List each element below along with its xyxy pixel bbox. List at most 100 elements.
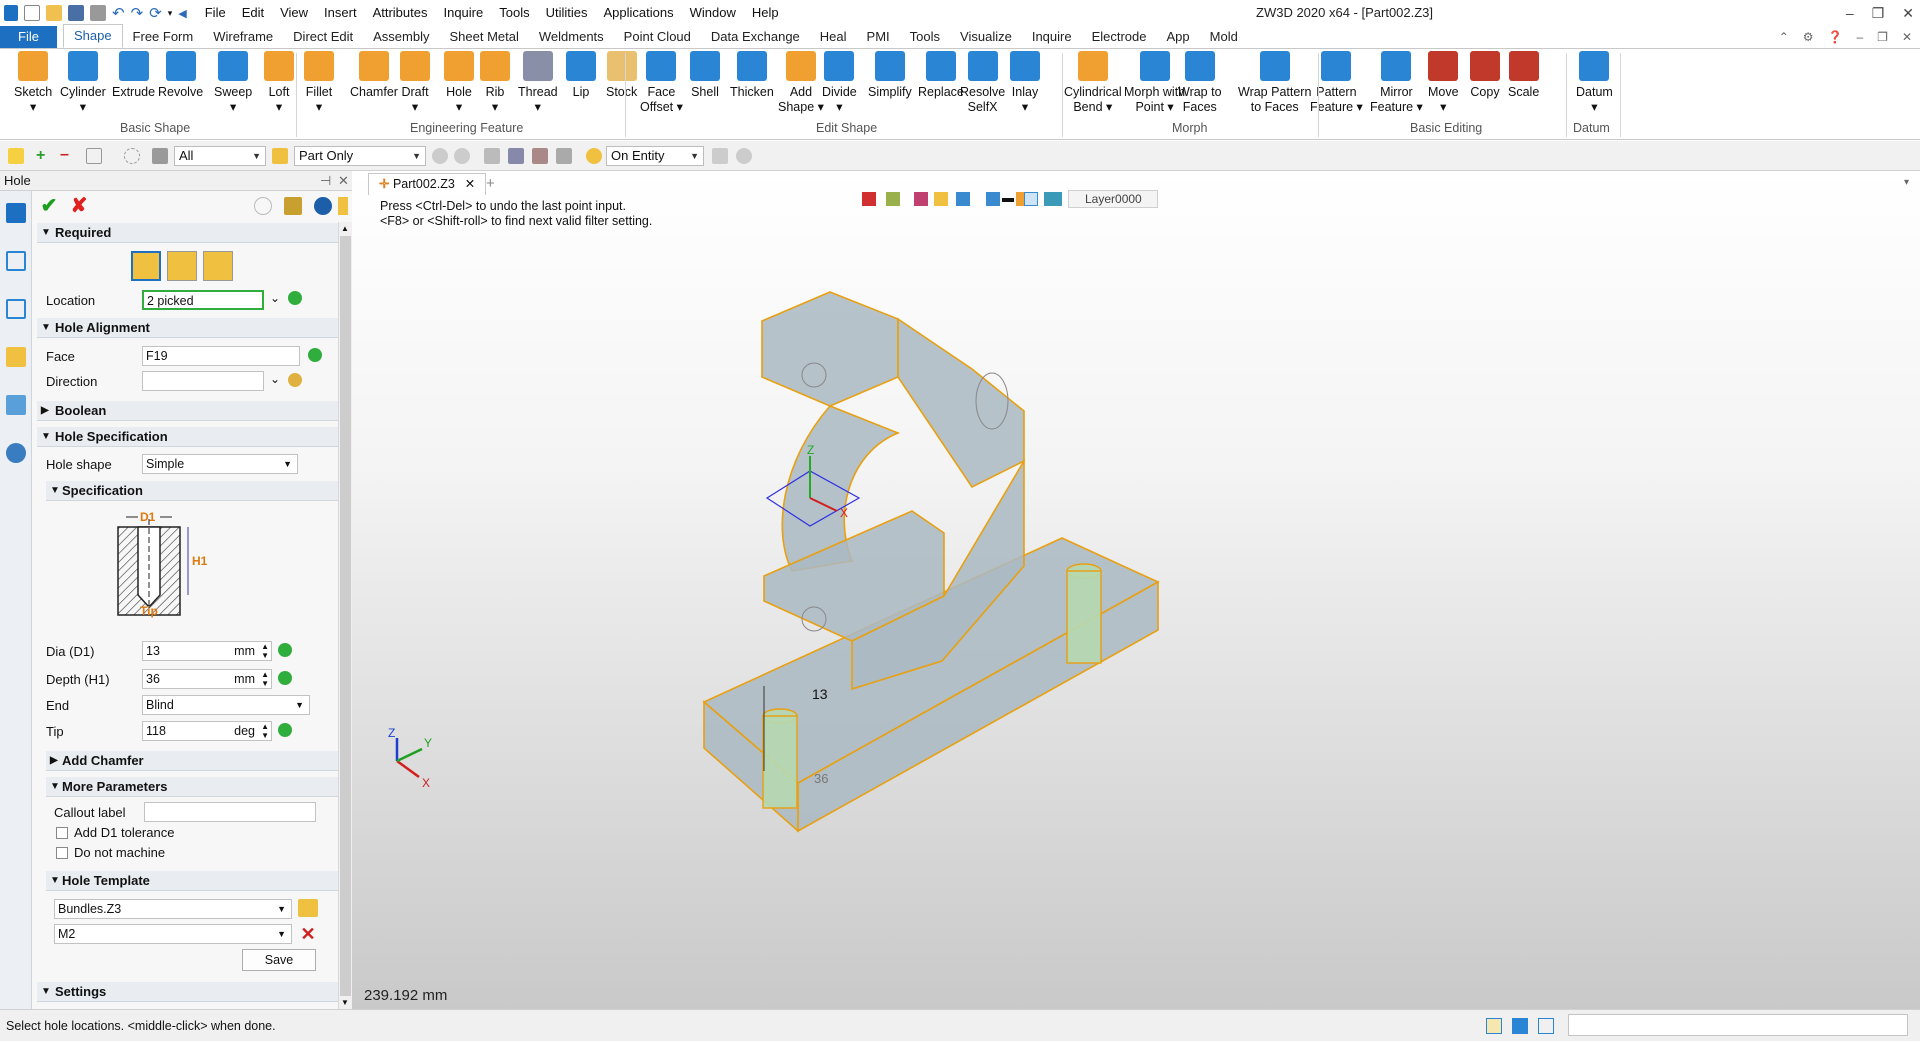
menu-utilities[interactable]: Utilities bbox=[538, 0, 596, 26]
customize-dropdown-icon[interactable]: ▾ bbox=[168, 8, 173, 19]
ribbon-button-extrude[interactable]: Extrude bbox=[112, 51, 155, 100]
ribbon-button-draft[interactable]: Draft ▾ bbox=[400, 51, 430, 115]
print-icon[interactable] bbox=[90, 5, 106, 21]
info-icon[interactable] bbox=[314, 197, 332, 215]
tab-electrode[interactable]: Electrode bbox=[1082, 26, 1157, 48]
hole-type-simple-icon[interactable] bbox=[131, 251, 161, 281]
tab-assembly[interactable]: Assembly bbox=[363, 26, 439, 48]
callout-field[interactable] bbox=[144, 802, 316, 822]
measure-icon[interactable] bbox=[278, 671, 292, 685]
ribbon-button-lip[interactable]: Lip bbox=[566, 51, 596, 100]
upright-support[interactable] bbox=[897, 317, 1025, 489]
3d-viewport[interactable]: ✛ Part002.Z3 ✕ + ▾ Press <Ctrl-Del> to un… bbox=[352, 171, 1920, 1009]
tab-weldments[interactable]: Weldments bbox=[529, 26, 614, 48]
tip-field[interactable]: 118 deg ▲ ▼ bbox=[142, 721, 272, 741]
command-input-box[interactable] bbox=[1568, 1014, 1908, 1036]
section-boolean[interactable]: ▶ Boolean bbox=[37, 401, 347, 421]
preview-eye-icon[interactable] bbox=[254, 197, 272, 215]
template-size-select[interactable]: M2 ▼ bbox=[54, 924, 292, 944]
hole-type-counterbore-icon[interactable] bbox=[167, 251, 197, 281]
menu-file[interactable]: File bbox=[197, 0, 234, 26]
minimize-doc-icon[interactable]: – bbox=[1856, 26, 1863, 48]
tab-tools[interactable]: Tools bbox=[900, 26, 950, 48]
menu-applications[interactable]: Applications bbox=[596, 0, 682, 26]
ribbon-button-divide[interactable]: Divide ▾ bbox=[822, 51, 857, 115]
filter-icon[interactable] bbox=[152, 148, 168, 164]
ok-check-icon[interactable]: ✔ bbox=[38, 195, 60, 217]
pick-mode-icon[interactable] bbox=[586, 148, 602, 164]
ribbon-button-inlay[interactable]: Inlay ▾ bbox=[1010, 51, 1040, 115]
hole-preview-body-2[interactable] bbox=[762, 715, 798, 809]
ribbon-button-thread[interactable]: Thread ▾ bbox=[518, 51, 558, 115]
d1-tolerance-checkbox[interactable] bbox=[56, 827, 68, 839]
pick-face-icon[interactable] bbox=[308, 348, 322, 362]
ribbon-button-thicken[interactable]: Thicken bbox=[730, 51, 774, 100]
close-doc-icon[interactable]: ✕ bbox=[1902, 26, 1912, 48]
double-chevron-icon[interactable]: ⌄ bbox=[270, 372, 280, 386]
menu-tools[interactable]: Tools bbox=[491, 0, 537, 26]
feature-tree-icon[interactable] bbox=[6, 203, 26, 223]
end-select[interactable]: Blind ▼ bbox=[142, 695, 310, 715]
ribbon-button-cylindrical[interactable]: Cylindrical Bend ▾ bbox=[1064, 51, 1122, 115]
ribbon-button-loft[interactable]: Loft ▾ bbox=[264, 51, 294, 115]
tab-point-cloud[interactable]: Point Cloud bbox=[614, 26, 701, 48]
part-scope-icon[interactable] bbox=[272, 148, 288, 164]
history-icon[interactable] bbox=[6, 251, 26, 271]
tab-pmi[interactable]: PMI bbox=[857, 26, 900, 48]
ribbon-button-wrap-pattern[interactable]: Wrap Pattern to Faces bbox=[1238, 51, 1311, 115]
panel-close-icon[interactable]: ✕ bbox=[338, 171, 349, 191]
pick-mode-combo[interactable]: On Entity ▼ bbox=[606, 146, 704, 166]
ribbon-button-scale[interactable]: Scale bbox=[1508, 51, 1539, 100]
part-model[interactable]: Z X 13 36 Z X Y bbox=[352, 171, 1920, 1009]
tab-heal[interactable]: Heal bbox=[810, 26, 857, 48]
ribbon-button-chamfer[interactable]: Chamfer bbox=[350, 51, 398, 100]
ribbon-button-rib[interactable]: Rib ▾ bbox=[480, 51, 510, 115]
minimize-icon[interactable]: – bbox=[1846, 0, 1854, 26]
face-field[interactable]: F19 bbox=[142, 346, 300, 366]
spinner-icon[interactable]: ▲ ▼ bbox=[261, 670, 269, 688]
tab-file[interactable]: File bbox=[0, 26, 57, 48]
open-folder-icon[interactable] bbox=[46, 5, 62, 21]
hole-preview-body-1[interactable] bbox=[1066, 570, 1102, 664]
ribbon-button-move[interactable]: Move ▾ bbox=[1428, 51, 1459, 115]
dimension-13-label[interactable]: 13 bbox=[812, 686, 828, 702]
tab-data-exchange[interactable]: Data Exchange bbox=[701, 26, 810, 48]
menu-insert[interactable]: Insert bbox=[316, 0, 365, 26]
template-file-select[interactable]: Bundles.Z3 ▼ bbox=[54, 899, 292, 919]
ribbon-button-face[interactable]: Face Offset ▾ bbox=[640, 51, 683, 115]
new-file-icon[interactable] bbox=[24, 5, 40, 21]
ribbon-button-cylinder[interactable]: Cylinder ▾ bbox=[60, 51, 106, 115]
user-icon[interactable] bbox=[6, 443, 26, 463]
lasso-select-icon[interactable] bbox=[124, 148, 140, 164]
align-center-icon[interactable] bbox=[508, 148, 524, 164]
settings-gear-icon[interactable]: ⚙ bbox=[1803, 26, 1814, 48]
assembly-icon[interactable] bbox=[6, 299, 26, 319]
ribbon-button-wrap-to[interactable]: Wrap to Faces bbox=[1178, 51, 1222, 115]
distribute-icon[interactable] bbox=[556, 148, 572, 164]
menu-edit[interactable]: Edit bbox=[234, 0, 272, 26]
section-hole-template[interactable]: ▼ Hole Template bbox=[46, 871, 338, 891]
section-settings[interactable]: ▼ Settings bbox=[37, 982, 347, 1002]
dimension-36-label[interactable]: 36 bbox=[814, 771, 828, 786]
upper-block[interactable] bbox=[761, 291, 899, 407]
double-chevron-icon[interactable]: ⌄ bbox=[270, 291, 280, 305]
menu-help[interactable]: Help bbox=[744, 0, 787, 26]
menu-window[interactable]: Window bbox=[682, 0, 744, 26]
select-pointer-icon[interactable] bbox=[8, 148, 24, 164]
status-view-icon-1[interactable] bbox=[1486, 1018, 1502, 1034]
section-hole-alignment[interactable]: ▼ Hole Alignment bbox=[37, 318, 347, 338]
tab-app[interactable]: App bbox=[1157, 26, 1200, 48]
refresh-icon[interactable]: ⟳ bbox=[149, 4, 162, 22]
panel-scrollbar[interactable]: ▲ ▼ bbox=[338, 222, 352, 1010]
save-template-button[interactable]: Save bbox=[242, 949, 316, 971]
image-icon[interactable] bbox=[6, 395, 26, 415]
menu-inquire[interactable]: Inquire bbox=[435, 0, 491, 26]
remove-pick-icon[interactable]: – bbox=[60, 147, 76, 164]
tab-visualize[interactable]: Visualize bbox=[950, 26, 1022, 48]
box-select-icon[interactable] bbox=[86, 148, 102, 164]
restore-icon[interactable]: ❐ bbox=[1872, 0, 1885, 26]
ribbon-button-revolve[interactable]: Revolve bbox=[158, 51, 203, 100]
pin-icon[interactable]: ⊣ bbox=[320, 171, 331, 191]
back-arrow-icon[interactable]: ◀ bbox=[178, 7, 186, 20]
ribbon-button-add[interactable]: Add Shape ▾ bbox=[778, 51, 824, 115]
